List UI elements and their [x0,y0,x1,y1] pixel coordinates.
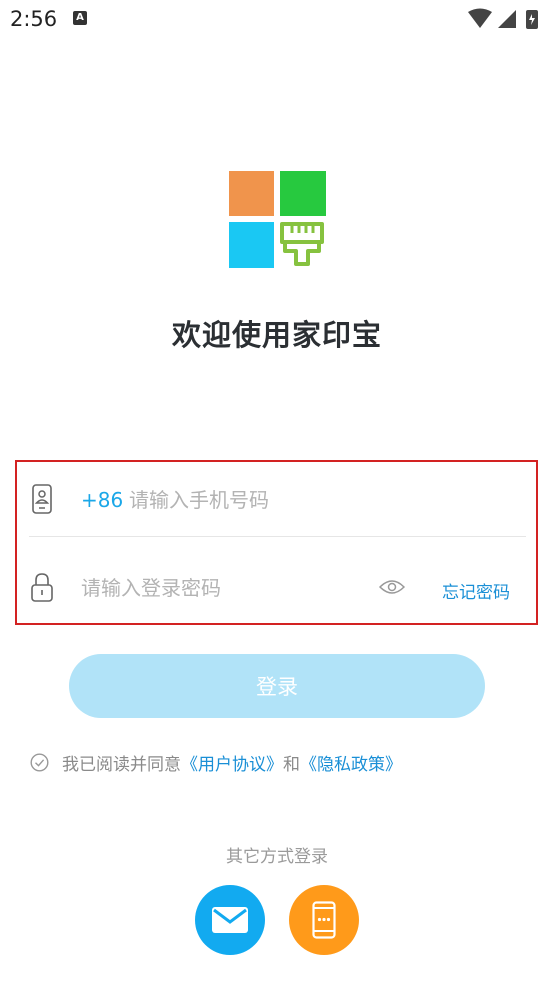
phone-login-button[interactable] [289,885,359,955]
agreement-prefix: 我已阅读并同意 [62,754,181,775]
signal-icon [498,10,516,28]
phone-icon [312,901,336,939]
phone-input[interactable] [129,480,509,520]
status-icons [468,8,538,29]
login-screen: 2:56 A 欢迎使用家印宝 +86 请输入手机号码 忘记密码 登录 我已阅读并… [0,0,554,984]
forgot-password-link[interactable]: 忘记密码 [442,578,510,603]
wifi-icon [468,8,492,28]
phone-row: +86 [17,466,536,538]
password-input[interactable] [81,568,371,608]
status-bar: 2:56 A [0,0,554,38]
welcome-title: 欢迎使用家印宝 [171,318,382,352]
status-time: 2:56 [10,7,58,31]
check-circle-icon[interactable] [30,752,49,772]
divider [29,536,526,537]
privacy-policy-link[interactable]: 《隐私政策》 [300,750,402,775]
country-code[interactable]: +86 [81,488,123,512]
eye-icon[interactable] [379,578,405,596]
user-agreement-link[interactable]: 《用户协议》 [181,750,283,775]
agreement-and: 和 [283,754,300,775]
notification-icon: A [73,11,87,25]
password-row: 忘记密码 [17,554,536,626]
mail-login-button[interactable] [195,885,265,955]
mail-icon [212,907,248,933]
phone-user-icon [32,484,52,514]
login-form: +86 忘记密码 [15,460,538,625]
other-login-title: 其它方式登录 [226,847,328,867]
lock-icon [31,573,53,602]
agreement-row: 我已阅读并同意 《用户协议》 和 《隐私政策》 [30,750,402,775]
app-logo [229,171,326,268]
login-button[interactable]: 登录 [69,654,485,718]
